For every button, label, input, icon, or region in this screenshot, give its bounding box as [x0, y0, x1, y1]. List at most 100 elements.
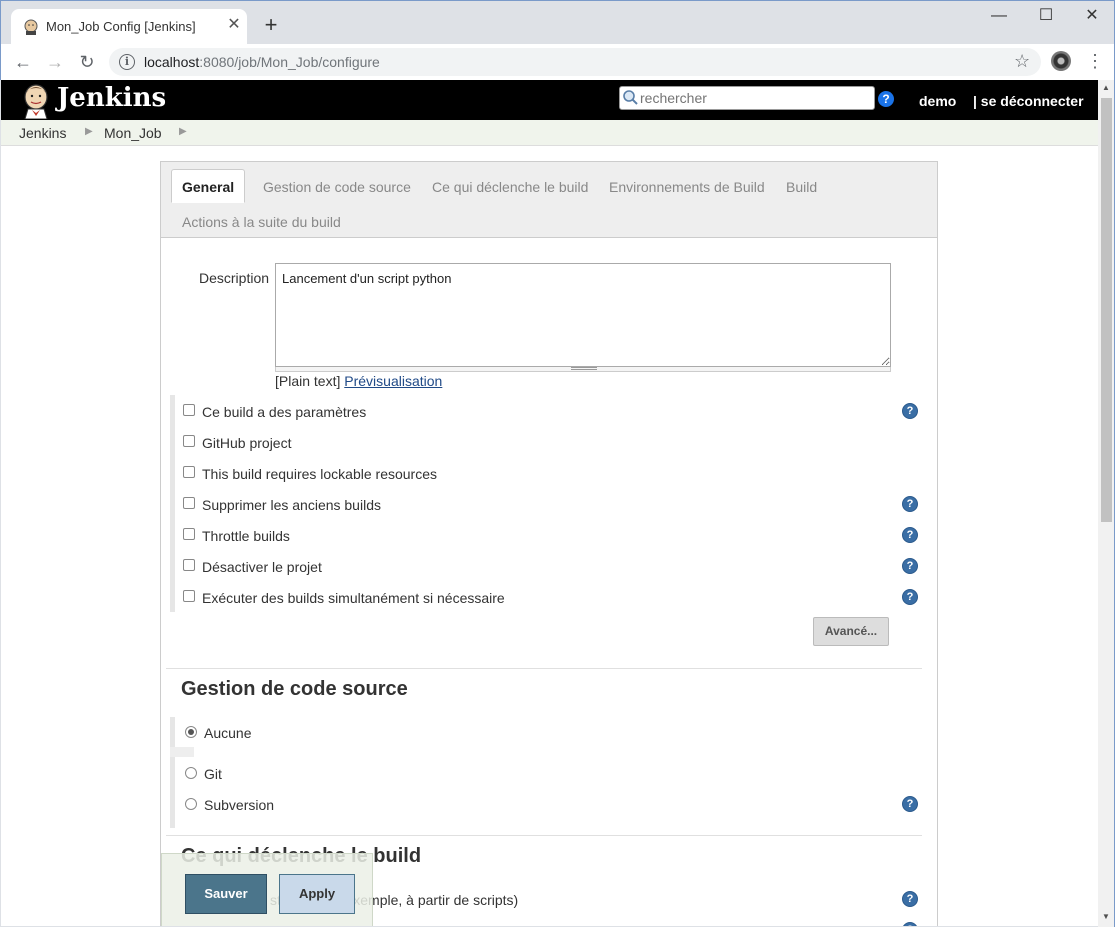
search-input[interactable]	[640, 87, 870, 109]
site-info-icon[interactable]: i	[119, 54, 135, 70]
breadcrumb-separator-icon[interactable]: ▶	[179, 126, 187, 137]
option-checkbox[interactable]	[183, 435, 195, 447]
option-label: Supprimer les anciens builds	[202, 497, 381, 513]
scm-indent-block	[170, 747, 194, 757]
scm-label-subversion: Subversion	[204, 797, 275, 813]
url-host: localhost	[144, 54, 200, 70]
option-checkbox[interactable]	[183, 590, 195, 602]
back-arrow-icon[interactable]: ←	[11, 50, 35, 74]
maximize-window-button[interactable]: ☐	[1026, 5, 1066, 27]
scm-label-none: Aucune	[204, 725, 252, 741]
tab-build-environment[interactable]: Environnements de Build	[609, 179, 765, 195]
help-icon[interactable]: ?	[902, 558, 918, 574]
preview-link[interactable]: Prévisualisation	[344, 373, 442, 389]
close-tab-icon[interactable]: ✕	[225, 16, 243, 34]
tab-scm[interactable]: Gestion de code source	[263, 179, 411, 195]
option-checkbox[interactable]	[183, 497, 195, 509]
general-option-row[interactable]: Throttle builds	[183, 527, 923, 558]
save-button[interactable]: Sauver	[185, 874, 267, 914]
browser-menu-icon[interactable]: ⋮	[1086, 51, 1104, 71]
scroll-up-arrow-icon[interactable]: ▲	[1102, 83, 1110, 92]
breadcrumb-item-jenkins[interactable]: Jenkins	[19, 125, 66, 141]
extension-icon[interactable]	[1051, 51, 1071, 71]
option-label: Throttle builds	[202, 528, 290, 544]
browser-toolbar: ← → ↻ i localhost:8080/job/Mon_Job/confi…	[0, 44, 1115, 80]
logout-link[interactable]: | se déconnecter	[973, 93, 1084, 109]
forward-arrow-icon[interactable]: →	[43, 50, 67, 74]
textarea-resize-handle[interactable]	[275, 367, 891, 372]
browser-tab-strip: Mon_Job Config [Jenkins] ✕ + — ☐ ✕	[0, 0, 1115, 45]
scm-group-bar	[170, 717, 175, 828]
jenkins-butler-logo-icon[interactable]	[19, 83, 53, 119]
minimize-window-button[interactable]: —	[979, 5, 1019, 27]
help-icon[interactable]: ?	[902, 496, 918, 512]
general-option-row[interactable]: Supprimer les anciens builds	[183, 496, 923, 527]
save-bar: Sauver Apply	[161, 853, 373, 926]
scm-radio-none[interactable]	[185, 726, 197, 738]
new-tab-button[interactable]: +	[261, 14, 281, 36]
option-checkbox[interactable]	[183, 528, 195, 540]
scm-section-title: Gestion de code source	[181, 678, 408, 700]
plain-text-label: [Plain text]	[275, 373, 341, 389]
scm-radio-subversion[interactable]	[185, 798, 197, 810]
apply-button[interactable]: Apply	[279, 874, 355, 914]
help-icon[interactable]: ?	[902, 891, 918, 907]
reload-icon[interactable]: ↻	[75, 50, 99, 74]
option-label: This build requires lockable resources	[202, 466, 437, 482]
jenkins-favicon-icon	[24, 19, 38, 35]
description-textarea[interactable]: Lancement d'un script python	[275, 263, 891, 367]
scm-radio-git[interactable]	[185, 767, 197, 779]
general-option-row[interactable]: Désactiver le projet	[183, 558, 923, 589]
general-option-row[interactable]: Exécuter des builds simultanément si néc…	[183, 589, 923, 620]
markup-format-text: [Plain text] Prévisualisation	[275, 373, 442, 389]
browser-tab-title: Mon_Job Config [Jenkins]	[46, 19, 196, 34]
search-icon	[623, 90, 638, 105]
option-label: Exécuter des builds simultanément si néc…	[202, 590, 505, 606]
tab-post-build-actions[interactable]: Actions à la suite du build	[182, 214, 341, 230]
help-icon[interactable]: ?	[902, 922, 918, 926]
tab-general[interactable]: General	[171, 169, 246, 203]
scrollbar-thumb[interactable]	[1101, 98, 1112, 522]
options-group-bar	[170, 395, 175, 612]
page-scrollbar[interactable]: ▲ ▼	[1098, 80, 1115, 927]
breadcrumb: Jenkins ▶ Mon_Job ▶	[1, 120, 1098, 146]
scroll-down-arrow-icon[interactable]: ▼	[1102, 912, 1110, 921]
page-content: General Gestion de code source Ce qui dé…	[1, 146, 1098, 926]
option-label: Désactiver le projet	[202, 559, 322, 575]
url-text: localhost:8080/job/Mon_Job/configure	[144, 54, 380, 70]
address-bar[interactable]: i localhost:8080/job/Mon_Job/configure ☆	[109, 48, 1041, 76]
bookmark-star-icon[interactable]: ☆	[1014, 51, 1030, 72]
help-icon[interactable]: ?	[902, 403, 918, 419]
section-divider	[166, 835, 922, 836]
tab-triggers[interactable]: Ce qui déclenche le build	[432, 179, 588, 195]
jenkins-logo-text[interactable]: Jenkins	[57, 83, 166, 113]
option-label: Ce build a des paramètres	[202, 404, 367, 420]
breadcrumb-item-job[interactable]: Mon_Job	[104, 125, 162, 141]
general-option-row[interactable]: GitHub project	[183, 434, 923, 465]
help-icon[interactable]: ?	[902, 589, 918, 605]
general-option-row[interactable]: This build requires lockable resources	[183, 465, 923, 496]
resize-grip-icon	[571, 367, 597, 370]
description-label: Description	[199, 270, 270, 286]
scm-label-git: Git	[204, 766, 222, 782]
jenkins-header: Jenkins ? demo | se déconnecter	[1, 80, 1098, 120]
config-panel: General Gestion de code source Ce qui dé…	[160, 161, 938, 926]
close-window-button[interactable]: ✕	[1072, 5, 1112, 27]
section-divider	[166, 668, 922, 669]
general-option-row[interactable]: Ce build a des paramètres	[183, 403, 923, 434]
url-path: :8080/job/Mon_Job/configure	[199, 54, 380, 70]
option-checkbox[interactable]	[183, 466, 195, 478]
help-icon[interactable]: ?	[902, 527, 918, 543]
search-help-icon[interactable]: ?	[878, 91, 894, 107]
browser-tab[interactable]: Mon_Job Config [Jenkins] ✕	[11, 9, 247, 45]
option-checkbox[interactable]	[183, 404, 195, 416]
tab-build[interactable]: Build	[786, 179, 817, 195]
config-tab-bar: General Gestion de code source Ce qui dé…	[161, 162, 937, 238]
search-box[interactable]	[619, 86, 875, 110]
user-link[interactable]: demo	[919, 93, 956, 109]
advanced-button[interactable]: Avancé...	[813, 617, 889, 646]
help-icon[interactable]: ?	[902, 796, 918, 812]
option-label: GitHub project	[202, 435, 292, 451]
option-checkbox[interactable]	[183, 559, 195, 571]
breadcrumb-separator-icon[interactable]: ▶	[85, 126, 93, 137]
